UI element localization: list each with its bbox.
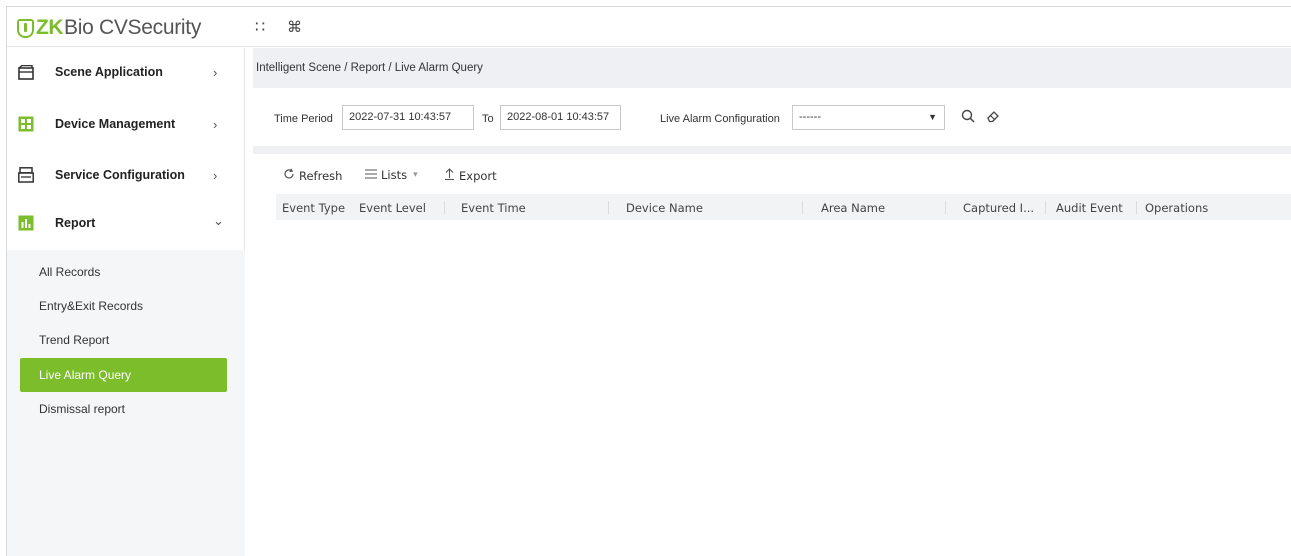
search-icon: [961, 109, 975, 123]
sidebar-item-label: Service Configuration: [55, 168, 185, 182]
column-audit-event[interactable]: Audit Event: [1056, 201, 1123, 215]
submenu-item-all-records[interactable]: All Records: [20, 255, 227, 289]
refresh-button[interactable]: Refresh: [283, 168, 342, 183]
alarm-config-value: ------: [799, 111, 821, 123]
export-label: Export: [459, 168, 497, 183]
brand-logo[interactable]: ZK Bio CVSecurity: [17, 15, 201, 41]
column-divider: [802, 201, 803, 214]
sidebar-item-label: Device Management: [55, 117, 176, 131]
refresh-label: Refresh: [299, 168, 343, 183]
brand-name: Bio CVSecurity: [64, 16, 202, 39]
lists-button[interactable]: Lists ▾: [365, 168, 418, 182]
refresh-icon: [283, 168, 295, 183]
column-divider: [608, 201, 609, 214]
eraser-icon: [987, 111, 999, 123]
column-event-time[interactable]: Event Time: [461, 201, 526, 215]
time-from-input[interactable]: 2022-07-31 10:43:57: [342, 105, 474, 130]
column-area-name[interactable]: Area Name: [821, 201, 885, 215]
time-to-input[interactable]: 2022-08-01 10:43:57: [500, 105, 621, 130]
device-icon: [17, 115, 35, 133]
to-label: To: [482, 113, 494, 125]
submenu-item-live-alarm-query[interactable]: Live Alarm Query: [20, 358, 227, 392]
sidebar-item-service-configuration[interactable]: Service Configuration ›: [7, 155, 245, 195]
column-captured-image[interactable]: Captured I...: [963, 201, 1034, 215]
list-icon: [365, 168, 377, 182]
service-icon: [17, 166, 35, 184]
lists-label: Lists: [381, 168, 408, 182]
chevron-down-icon: ⌄: [213, 213, 224, 228]
column-event-level[interactable]: Event Level: [359, 201, 426, 215]
column-divider: [1045, 201, 1046, 214]
chevron-right-icon: ›: [213, 64, 218, 80]
sidebar-item-label: Report: [55, 216, 96, 230]
toolbar: Refresh Lists ▾ Export: [253, 154, 1291, 194]
column-divider: [945, 201, 946, 214]
command-icon[interactable]: ⌘: [287, 18, 302, 36]
sidebar-item-report[interactable]: Report ⌄: [7, 203, 245, 243]
column-operations[interactable]: Operations: [1145, 201, 1208, 215]
breadcrumb-bar: Intelligent Scene / Report / Live Alarm …: [253, 48, 1291, 88]
breadcrumb: Intelligent Scene / Report / Live Alarm …: [256, 62, 483, 74]
column-device-name[interactable]: Device Name: [626, 201, 703, 215]
sidebar-item-device-management[interactable]: Device Management ›: [7, 104, 245, 144]
alarm-config-select[interactable]: ------ ▼: [792, 105, 945, 130]
submenu-item-dismissal-report[interactable]: Dismissal report: [20, 392, 227, 426]
export-button[interactable]: Export: [444, 168, 497, 183]
scene-icon: [17, 63, 35, 81]
caret-down-icon: ▼: [928, 112, 937, 122]
chevron-right-icon: ›: [213, 116, 218, 132]
submenu-item-trend-report[interactable]: Trend Report: [20, 323, 227, 357]
brand-zk: ZK: [36, 16, 64, 39]
table-header: Event Type Event Level Event Time Device…: [276, 194, 1291, 220]
main-content: Intelligent Scene / Report / Live Alarm …: [253, 48, 1291, 556]
search-button[interactable]: [956, 104, 980, 128]
filter-bar: Time Period 2022-07-31 10:43:57 To 2022-…: [253, 88, 1291, 146]
sidebar: Scene Application › Device Management › …: [7, 48, 245, 556]
app-frame: ZK Bio CVSecurity ∷ ⌘ Scene Application …: [6, 6, 1291, 556]
sidebar-item-scene-application[interactable]: Scene Application ›: [7, 52, 245, 92]
time-period-label: Time Period: [274, 113, 333, 125]
column-divider: [1136, 201, 1137, 214]
column-event-type[interactable]: Event Type: [282, 201, 345, 215]
submenu-item-entry-exit-records[interactable]: Entry&Exit Records: [20, 289, 227, 323]
report-submenu: All Records Entry&Exit Records Trend Rep…: [7, 250, 245, 556]
caret-down-icon: ▾: [413, 170, 418, 180]
filter-separator: [253, 146, 1291, 154]
export-icon: [444, 168, 455, 183]
chevron-right-icon: ›: [213, 167, 218, 183]
clear-button[interactable]: [981, 104, 1005, 128]
sidebar-item-label: Scene Application: [55, 65, 163, 79]
shield-logo-icon: [17, 18, 34, 38]
report-icon: [17, 214, 35, 232]
grid-icon[interactable]: ∷: [255, 17, 265, 37]
alarm-config-label: Live Alarm Configuration: [660, 113, 780, 125]
top-bar: ZK Bio CVSecurity ∷ ⌘: [7, 7, 1291, 47]
column-divider: [444, 201, 445, 214]
